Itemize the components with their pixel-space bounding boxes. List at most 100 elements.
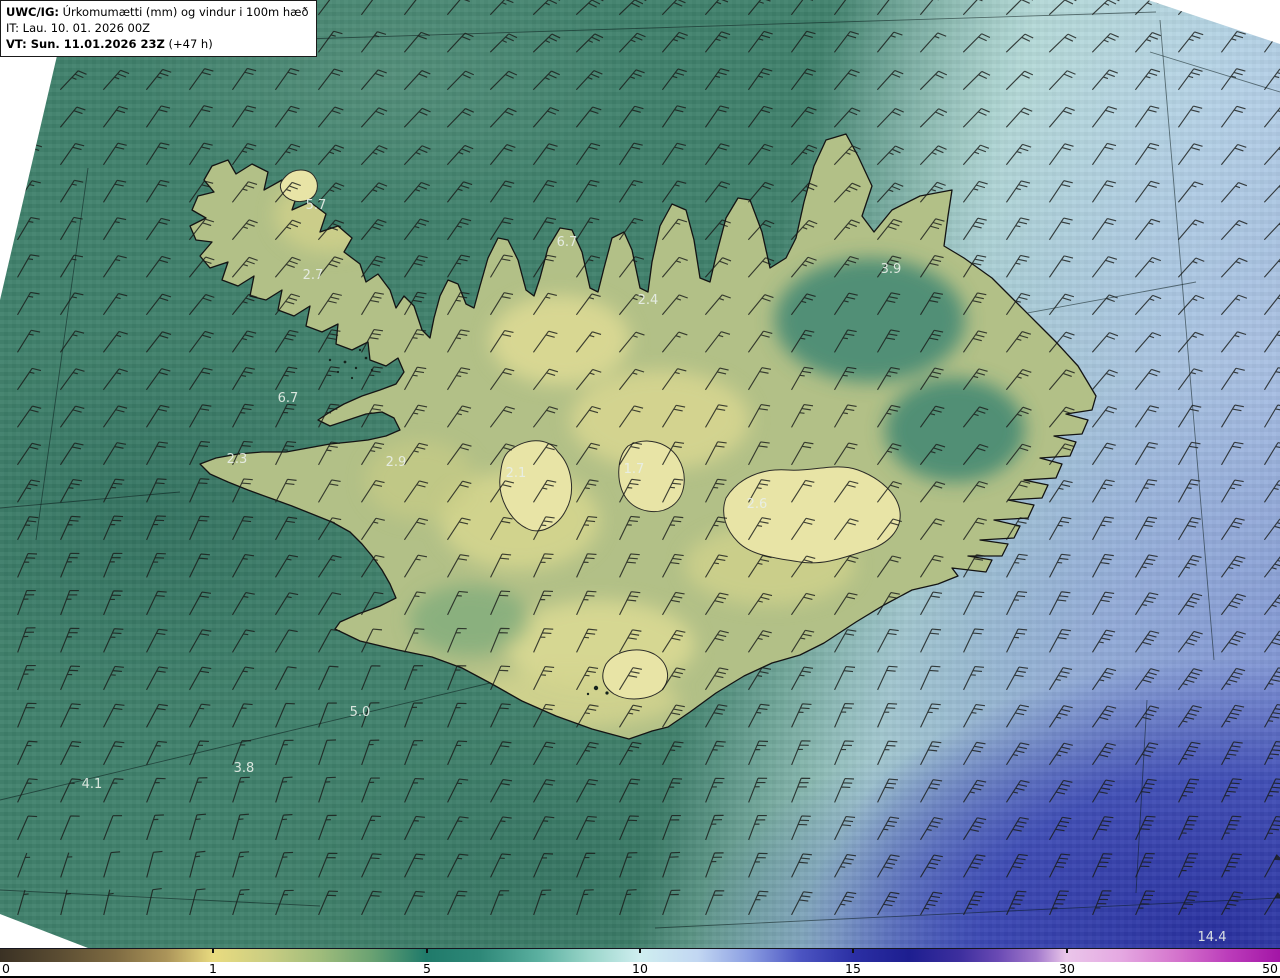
wind-barb (318, 702, 337, 728)
wind-barb (1220, 517, 1245, 541)
wind-barb (231, 629, 255, 653)
wind-barb (1134, 180, 1160, 203)
wind-barb (1177, 592, 1203, 616)
wind-barb (1178, 741, 1201, 766)
wind-barb (1048, 480, 1073, 503)
wind-barb (920, 779, 943, 803)
wind-barb (145, 142, 170, 166)
colorbar-tick (852, 949, 854, 953)
wind-barb (232, 703, 253, 728)
wind-barb (1049, 628, 1071, 653)
wind-barb (231, 105, 257, 128)
wind-barb (274, 143, 301, 166)
wind-barb (1135, 479, 1158, 503)
wind-barb (662, 851, 681, 878)
wind-barb (145, 217, 171, 241)
wind-barb (489, 180, 515, 203)
wind-barb (532, 180, 557, 203)
wind-barb (1091, 369, 1118, 391)
wind-barb (489, 144, 516, 166)
wind-barb (60, 627, 80, 653)
wind-barb (189, 553, 210, 578)
wind-barb (231, 367, 255, 391)
wind-barb (361, 665, 381, 691)
wind-barb (705, 852, 724, 878)
wind-barb (404, 890, 425, 916)
wind-barb (1006, 853, 1028, 878)
wind-barb (532, 70, 560, 91)
wind-barb (60, 590, 79, 616)
wind-barb (404, 740, 424, 766)
wind-barb (790, 30, 816, 53)
wind-barb (661, 180, 687, 203)
wind-barb (1091, 779, 1115, 803)
wind-barb (446, 181, 473, 203)
precip-value-label: 1.7 (624, 462, 645, 477)
wind-barb (533, 741, 556, 766)
wind-barb (618, 142, 643, 166)
wind-barb (661, 31, 688, 53)
wind-barb (59, 142, 85, 166)
wind-barb (1220, 105, 1246, 128)
wind-barb (618, 0, 647, 16)
wind-barb (1134, 442, 1158, 466)
wind-barb (318, 366, 340, 391)
wind-barb (661, 68, 687, 91)
wind-barb (489, 70, 518, 91)
wind-barb (833, 0, 859, 16)
wind-barb (102, 217, 127, 241)
wind-barb (103, 628, 124, 653)
wind-barb (274, 629, 298, 653)
wind-barb (17, 889, 29, 916)
wind-barb (576, 852, 596, 878)
wind-barb (232, 516, 254, 541)
wind-barb (1091, 142, 1117, 166)
wind-barb (145, 293, 172, 316)
precip-value-label: 6.7 (557, 235, 578, 250)
wind-barb (962, 180, 988, 203)
wind-barb (1134, 32, 1162, 53)
wind-barb (317, 144, 345, 166)
wind-barb (1220, 704, 1245, 728)
wind-barb (1177, 516, 1201, 541)
wind-barb (103, 778, 124, 803)
wind-barb (16, 442, 41, 466)
wind-barb (231, 293, 258, 316)
wind-barb (404, 815, 425, 841)
wind-barb (1048, 70, 1076, 91)
wind-barb (231, 591, 255, 616)
graticule-line (999, 281, 1197, 319)
graticule-line (35, 167, 89, 541)
wind-barb (1263, 667, 1280, 691)
wind-barb (704, 0, 732, 16)
wind-barb (60, 665, 80, 691)
wind-barb (876, 182, 904, 203)
colorbar-tick-label: 10 (632, 961, 648, 976)
wind-barb (1091, 442, 1116, 466)
wind-barb (189, 740, 209, 766)
wind-barb (920, 665, 941, 691)
wind-barb (662, 814, 681, 841)
wind-barb (1178, 778, 1200, 803)
wind-barb (16, 216, 40, 241)
wind-barb (705, 814, 724, 841)
wind-barb (532, 143, 558, 166)
wind-barb (1178, 479, 1201, 503)
wind-barb (103, 703, 125, 728)
wind-barb (275, 776, 293, 803)
wind-barb (962, 217, 987, 241)
wind-barb (919, 108, 948, 128)
wind-barb (1091, 406, 1118, 428)
wind-barb (1263, 892, 1280, 916)
wind-barb (1048, 217, 1073, 241)
precip-value-label: 2.1 (506, 466, 527, 481)
colorbar-tick-label: 15 (845, 961, 861, 976)
wind-barb (1134, 256, 1162, 278)
wind-barb (403, 145, 431, 166)
wind-barb (60, 778, 81, 803)
wind-barb (361, 739, 380, 766)
wind-barb (1091, 217, 1117, 241)
wind-barb (361, 777, 380, 803)
wind-barb (748, 703, 770, 728)
wind-barb (1220, 630, 1246, 653)
